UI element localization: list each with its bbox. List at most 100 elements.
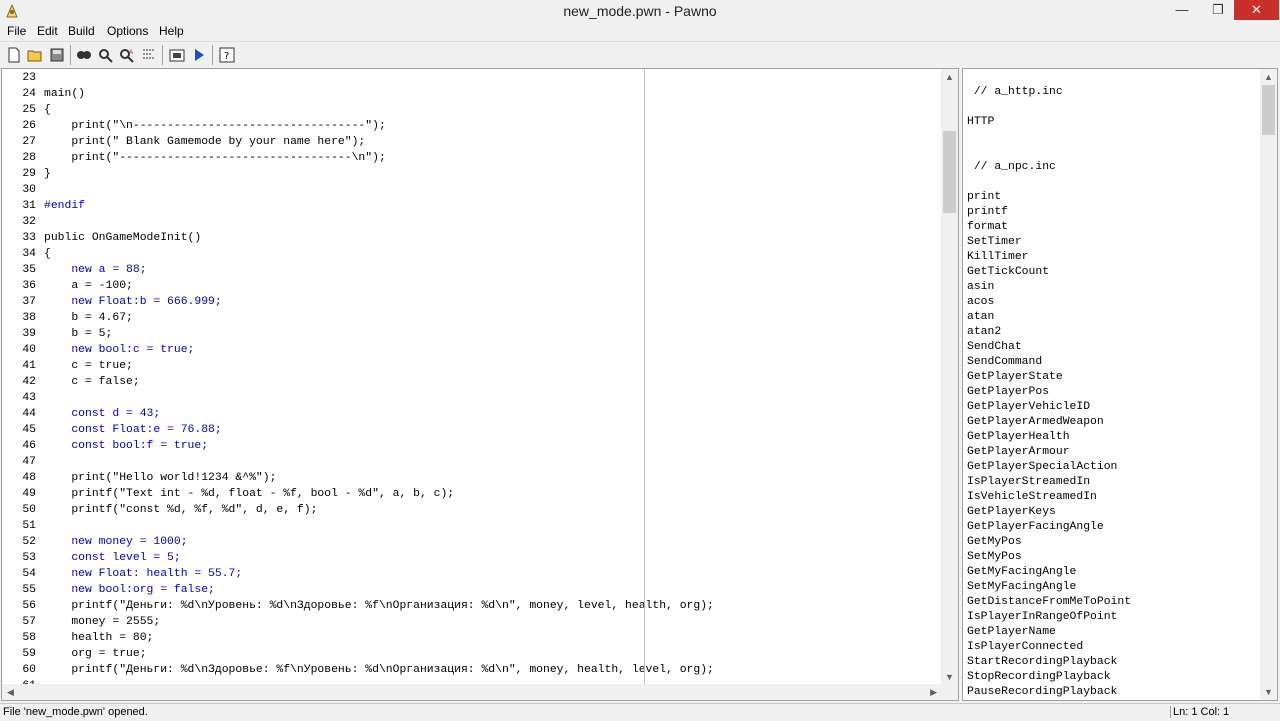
code-text[interactable]: const bool:f = true; [44,438,208,454]
function-list-item[interactable]: IsVehicleStreamedIn [967,490,1097,505]
code-area[interactable]: 23 24 main() 25 {26 print("\n---------------… [2,69,942,685]
function-list-item[interactable]: GetDistanceFromMeToPoint [967,595,1131,610]
code-text[interactable]: const level = 5; [44,550,180,566]
replace-icon[interactable]: A [117,45,137,65]
function-list-item[interactable]: StartRecordingPlayback [967,655,1117,670]
goto-line-icon[interactable] [139,45,159,65]
run-icon[interactable] [189,45,209,65]
editor-vertical-scrollbar[interactable]: ▲ ▼ [941,69,958,685]
function-list-item[interactable]: GetPlayerName [967,625,1056,640]
code-text[interactable]: new bool:org = false; [44,582,215,598]
function-list-item[interactable]: GetMyPos [967,535,1022,550]
function-list-item[interactable]: GetMyFacingAngle [967,565,1076,580]
function-list-item[interactable]: GetPlayerState [967,370,1063,385]
function-list-item[interactable]: StopRecordingPlayback [967,670,1111,685]
menu-build[interactable]: Build [68,24,95,38]
function-list-item[interactable]: GetPlayerArmedWeapon [967,415,1104,430]
open-file-icon[interactable] [25,45,45,65]
function-list-item[interactable]: print [967,190,1001,205]
function-list-item[interactable]: SetMyFacingAngle [967,580,1076,595]
scroll-left-arrow-icon[interactable]: ◀ [7,684,14,700]
function-list-item[interactable]: HTTP [967,115,994,130]
function-list-item[interactable]: SendChat [967,340,1022,355]
scroll-down-arrow-icon[interactable]: ▼ [1264,684,1273,700]
code-text[interactable]: org = true; [44,646,146,662]
code-text[interactable]: #endif [44,198,85,214]
code-text[interactable]: { [44,246,51,262]
editor-scroll-thumb[interactable] [943,131,956,213]
function-list-item[interactable]: GetPlayerHealth [967,430,1070,445]
code-text[interactable]: print(" Blank Gamemode by your name here… [44,134,365,150]
code-editor[interactable]: 23 24 main() 25 {26 print("\n---------------… [1,68,959,701]
function-list-item[interactable]: // a_http.inc [967,85,1063,100]
function-list-item[interactable]: GetPlayerFacingAngle [967,520,1104,535]
code-text[interactable]: new bool:c = true; [44,342,194,358]
find-icon[interactable] [74,45,94,65]
code-text[interactable]: printf("Деньги: %d\nЗдоровье: %f\nУровен… [44,662,714,678]
function-list-item[interactable]: format [967,220,1008,235]
code-text[interactable]: printf("const %d, %f, %d", d, e, f); [44,502,317,518]
code-text[interactable]: money = 2555; [44,614,160,630]
code-text[interactable]: new Float: health = 55.7; [44,566,242,582]
code-text[interactable]: b = 4.67; [44,310,133,326]
code-text[interactable]: c = false; [44,374,139,390]
code-text[interactable]: a = -100; [44,278,133,294]
close-button[interactable]: ✕ [1234,0,1279,20]
function-list-item[interactable]: IsPlayerStreamedIn [967,475,1090,490]
help-icon[interactable]: ? [217,45,237,65]
compile-icon[interactable] [167,45,187,65]
code-text[interactable]: } [44,166,51,182]
code-text[interactable]: printf("Text int - %d, float - %f, bool … [44,486,454,502]
function-list-item[interactable]: SetTimer [967,235,1022,250]
function-list-item[interactable]: GetPlayerPos [967,385,1049,400]
code-text[interactable]: new a = 88; [44,262,146,278]
function-list-item[interactable]: PauseRecordingPlayback [967,685,1117,700]
function-list-item[interactable]: SetMyPos [967,550,1022,565]
code-text[interactable]: printf("Деньги: %d\nУровень: %d\nЗдоровь… [44,598,714,614]
function-list-item[interactable]: asin [967,280,994,295]
minimize-button[interactable]: — [1162,0,1202,20]
code-text[interactable]: const Float:e = 76.88; [44,422,221,438]
code-text[interactable]: print("\n-------------------------------… [44,118,385,134]
new-file-icon[interactable] [4,45,24,65]
menu-edit[interactable]: Edit [37,24,58,38]
menu-options[interactable]: Options [107,24,148,38]
editor-horizontal-scrollbar[interactable]: ◀ ▶ [2,684,942,700]
menu-file[interactable]: File [7,24,26,38]
code-text[interactable]: b = 5; [44,326,112,342]
scroll-right-arrow-icon[interactable]: ▶ [930,684,937,700]
scroll-down-arrow-icon[interactable]: ▼ [945,669,954,685]
code-text[interactable]: main() [44,86,85,102]
restore-button[interactable]: ❐ [1202,0,1234,20]
function-list-item[interactable]: acos [967,295,994,310]
code-text[interactable]: new Float:b = 666.999; [44,294,221,310]
function-list-item[interactable]: GetPlayerVehicleID [967,400,1090,415]
code-text[interactable]: health = 80; [44,630,153,646]
function-list-item[interactable]: GetPlayerArmour [967,445,1070,460]
function-list-item[interactable]: IsPlayerConnected [967,640,1083,655]
function-list-scrollbar[interactable]: ▲ ▼ [1260,69,1277,700]
function-list-item[interactable]: GetTickCount [967,265,1049,280]
function-list-item[interactable]: // a_npc.inc [967,160,1056,175]
function-list-item[interactable]: printf [967,205,1008,220]
function-list-panel[interactable]: // a_http.inc HTTP // a_npc.incprint print… [962,68,1278,701]
code-text[interactable]: const d = 43; [44,406,160,422]
function-list-item[interactable]: IsPlayerInRangeOfPoint [967,610,1117,625]
function-list-item[interactable]: KillTimer [967,250,1029,265]
function-list-scroll-thumb[interactable] [1262,85,1275,135]
function-list-item[interactable]: atan [967,310,994,325]
code-text[interactable]: print("---------------------------------… [44,150,385,166]
find-next-icon[interactable] [96,45,116,65]
code-text[interactable]: public OnGameModeInit() [44,230,201,246]
code-text[interactable]: c = true; [44,358,133,374]
code-text[interactable]: { [44,102,51,118]
menu-help[interactable]: Help [159,24,184,38]
function-list-item[interactable]: atan2 [967,325,1001,340]
save-icon[interactable] [47,45,67,65]
scroll-up-arrow-icon[interactable]: ▲ [945,69,954,85]
function-list-item[interactable]: SendCommand [967,355,1042,370]
code-text[interactable]: new money = 1000; [44,534,187,550]
code-text[interactable]: print("Hello world!1234 &^%"); [44,470,276,486]
function-list-item[interactable]: GetPlayerSpecialAction [967,460,1117,475]
scroll-up-arrow-icon[interactable]: ▲ [1264,69,1273,85]
